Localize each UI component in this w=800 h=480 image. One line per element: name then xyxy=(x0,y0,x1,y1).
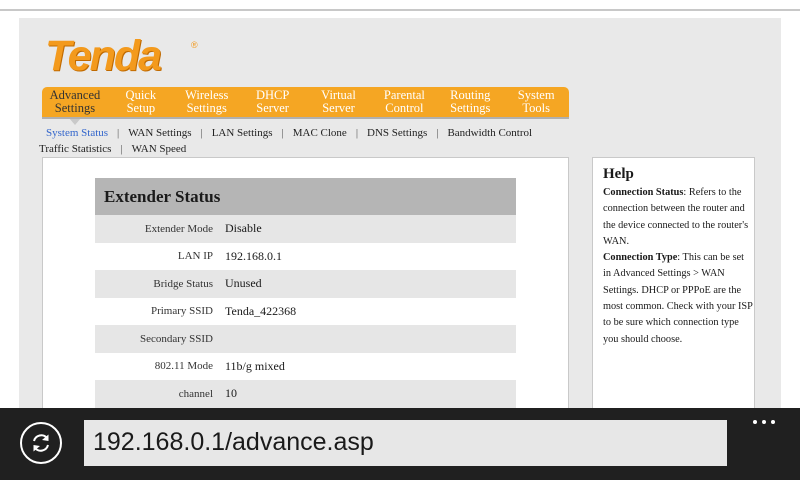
help-title: Help xyxy=(603,166,634,182)
table-row: Extender Mode Disable xyxy=(95,215,516,243)
row-label: Extender Mode xyxy=(144,222,213,235)
table-row: 802.11 Mode 11b/g mixed xyxy=(95,353,516,381)
url-input[interactable]: 192.168.0.1/advance.asp xyxy=(84,420,727,466)
row-label: 802.11 Mode xyxy=(154,360,213,373)
submenu-separator: | xyxy=(117,127,120,139)
submenu-separator: | xyxy=(200,127,203,139)
row-value: 192.168.0.1 xyxy=(225,248,282,263)
more-options-icon[interactable] xyxy=(750,410,780,430)
row-label: channel xyxy=(178,387,213,400)
row-value: 11b/g mixed xyxy=(225,358,285,373)
menu-parental-control[interactable]: Parental Control xyxy=(371,87,437,117)
extender-status-title: Extender Status xyxy=(95,178,516,215)
more-dot xyxy=(753,420,757,424)
row-value: Tenda_422368 xyxy=(225,303,297,318)
submenu-separator: | xyxy=(281,127,284,139)
table-row: channel 10 xyxy=(95,380,516,408)
table-row: Secondary SSID xyxy=(95,325,516,353)
row-label: LAN IP xyxy=(177,250,213,263)
router-admin-page: Tenda ® Advanced Settings Quick Setup Wi… xyxy=(19,18,781,413)
row-value: 10 xyxy=(225,386,237,401)
menu-advanced-settings[interactable]: Advanced Settings xyxy=(42,87,108,125)
tenda-logo: Tenda xyxy=(45,32,162,80)
help-term: Connection Type xyxy=(603,252,678,264)
submenu-bandwidth-control[interactable]: Bandwidth Control xyxy=(447,127,532,139)
registered-mark: ® xyxy=(191,40,198,50)
table-row: Bridge Status Unused xyxy=(95,270,516,298)
submenu-wan-speed[interactable]: WAN Speed xyxy=(132,143,187,155)
menu-dhcp-server[interactable]: DHCP Server xyxy=(240,87,306,117)
table-row: Primary SSID Tenda_422368 xyxy=(95,298,516,326)
submenu-system-status[interactable]: System Status xyxy=(46,127,108,139)
row-label: Primary SSID xyxy=(150,305,213,318)
row-label: Bridge Status xyxy=(153,277,213,290)
main-content-panel: Extender Status Extender Mode Disable LA… xyxy=(42,157,569,413)
row-label: Secondary SSID xyxy=(139,332,213,345)
help-description: : This can be set in Advanced Settings >… xyxy=(603,252,753,345)
menu-routing-settings[interactable]: Routing Settings xyxy=(437,87,503,117)
menu-virtual-server[interactable]: Virtual Server xyxy=(306,87,372,117)
submenu-mac-clone[interactable]: MAC Clone xyxy=(293,127,347,139)
extender-status-table: Extender Status Extender Mode Disable LA… xyxy=(95,178,516,408)
menu-system-tools[interactable]: System Tools xyxy=(503,87,569,117)
url-text: 192.168.0.1/advance.asp xyxy=(93,428,374,456)
more-dot xyxy=(762,420,766,424)
more-dot xyxy=(771,420,775,424)
submenu: System Status | WAN Settings | LAN Settings |… xyxy=(39,125,576,157)
submenu-separator: | xyxy=(436,127,439,139)
help-text: Connection Status: Refers to the connect… xyxy=(603,185,753,348)
refresh-button[interactable] xyxy=(20,422,62,464)
top-divider xyxy=(0,9,800,11)
menu-quick-setup[interactable]: Quick Setup xyxy=(108,87,174,117)
row-value: Unused xyxy=(225,276,262,291)
submenu-separator: | xyxy=(355,127,359,139)
help-panel: Help Connection Status: Refers to the co… xyxy=(592,157,755,413)
main-menu: Advanced Settings Quick Setup Wireless S… xyxy=(42,87,569,125)
menu-underline xyxy=(42,117,569,119)
help-term: Connection Status xyxy=(603,187,684,198)
submenu-lan-settings[interactable]: LAN Settings xyxy=(212,127,273,139)
row-value: Disable xyxy=(225,221,262,236)
submenu-wan-settings[interactable]: WAN Settings xyxy=(128,127,191,139)
submenu-dns-settings[interactable]: DNS Settings xyxy=(367,127,427,139)
submenu-traffic-statistics[interactable]: Traffic Statistics xyxy=(39,143,111,155)
menu-wireless-settings[interactable]: Wireless Settings xyxy=(174,87,240,117)
table-row: LAN IP 192.168.0.1 xyxy=(95,243,516,271)
submenu-separator: | xyxy=(120,143,123,155)
submenu-line-2: Traffic Statistics | WAN Speed xyxy=(39,141,576,157)
refresh-icon xyxy=(33,434,49,452)
submenu-line-1: System Status | WAN Settings | LAN Settings |… xyxy=(46,125,576,141)
